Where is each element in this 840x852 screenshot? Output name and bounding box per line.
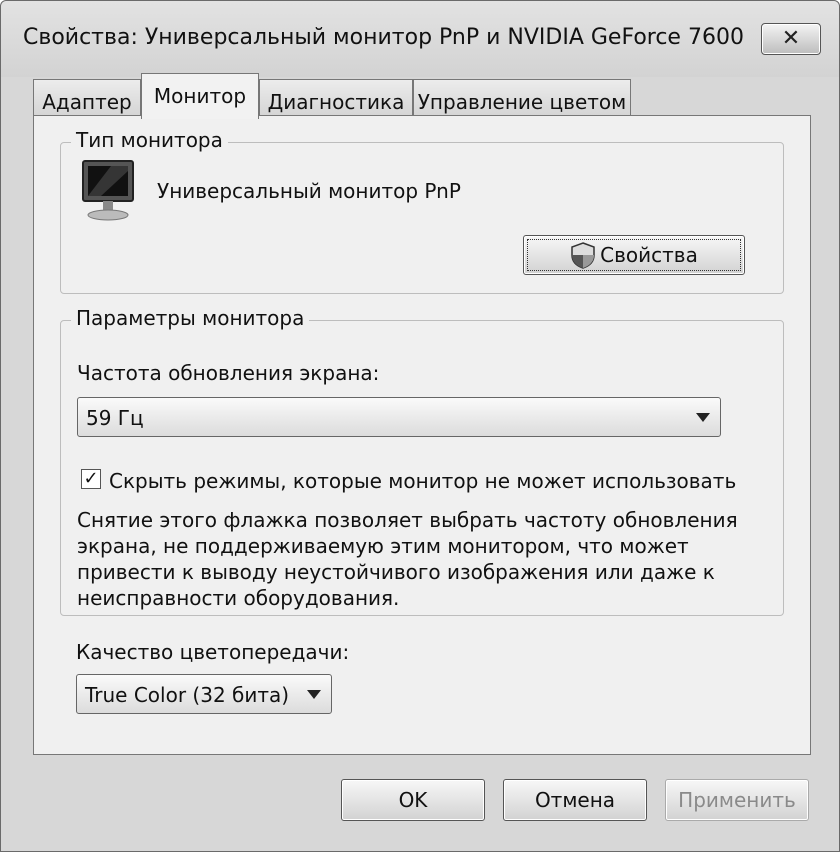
monitor-settings-group-label: Параметры монитора <box>71 306 310 330</box>
monitor-type-group: Тип монитора Универсальный монитор PnP С… <box>60 128 784 294</box>
color-quality-value: True Color (32 бита) <box>85 683 290 707</box>
chevron-down-icon <box>696 413 710 422</box>
monitor-icon <box>82 160 134 221</box>
monitor-properties-label: Свойства <box>600 243 698 267</box>
refresh-rate-label: Частота обновления экрана: <box>77 361 380 385</box>
properties-dialog: Свойства: Универсальный монитор PnP и NV… <box>0 0 840 852</box>
apply-button[interactable]: Применить <box>665 779 809 821</box>
color-quality-select[interactable]: True Color (32 бита) <box>76 674 332 714</box>
tab-diagnostics[interactable]: Диагностика <box>259 79 413 117</box>
monitor-properties-button[interactable]: Свойства <box>523 235 745 275</box>
chevron-down-icon <box>307 690 321 699</box>
monitor-type-group-label: Тип монитора <box>71 128 228 152</box>
monitor-settings-group: Параметры монитора Частота обновления эк… <box>60 306 784 616</box>
refresh-rate-select[interactable]: 59 Гц <box>77 397 721 437</box>
title-bar[interactable]: Свойства: Универсальный монитор PnP и NV… <box>1 1 839 77</box>
ok-button-label: OK <box>398 788 428 812</box>
shield-icon <box>571 242 595 269</box>
ok-button[interactable]: OK <box>341 779 485 821</box>
color-quality-label: Качество цветопередачи: <box>76 640 350 664</box>
cancel-button-label: Отмена <box>534 788 616 812</box>
cancel-button[interactable]: Отмена <box>503 779 647 821</box>
close-icon: ✕ <box>781 26 801 51</box>
hide-modes-checkbox[interactable]: ✓ <box>81 469 101 489</box>
hide-modes-description: Снятие этого флажка позволяет выбрать ча… <box>77 508 738 610</box>
tab-color-management[interactable]: Управление цветом <box>413 79 631 117</box>
monitor-name: Универсальный монитор PnP <box>157 179 461 203</box>
tab-adapter[interactable]: Адаптер <box>33 79 141 117</box>
window-title: Свойства: Универсальный монитор PnP и NV… <box>23 25 743 50</box>
close-button[interactable]: ✕ <box>761 23 821 55</box>
refresh-rate-value: 59 Гц <box>86 406 144 430</box>
tab-monitor[interactable]: Монитор <box>141 73 259 119</box>
tab-panel-monitor: Тип монитора Универсальный монитор PnP С… <box>33 115 811 755</box>
apply-button-label: Применить <box>678 788 796 812</box>
hide-modes-label[interactable]: Скрыть режимы, которые монитор не может … <box>109 469 736 493</box>
